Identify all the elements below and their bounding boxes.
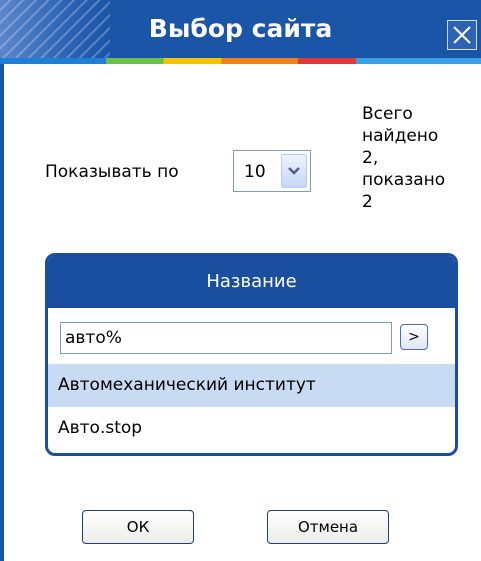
table-row[interactable]: Авто.stop [48, 407, 455, 450]
window-title: Выбор сайта [148, 14, 333, 43]
name-filter-input[interactable] [60, 322, 392, 354]
title-color-strip [0, 58, 481, 64]
window-left-border [0, 64, 4, 561]
per-page-value: 10 [244, 162, 266, 182]
count-line: 2, [362, 148, 379, 168]
count-line: Всего [362, 104, 413, 124]
count-line: 2 [362, 192, 373, 212]
filter-apply-button[interactable]: > [400, 324, 428, 350]
cancel-button[interactable]: Отмена [267, 510, 389, 544]
count-line: показано [362, 170, 446, 190]
table-row[interactable]: Автомеханический институт [48, 364, 455, 407]
close-button[interactable] [447, 20, 477, 50]
ok-button[interactable]: ОК [82, 510, 194, 544]
sites-table: Название > Автомеханический институт Авт… [45, 253, 458, 456]
title-bar: Выбор сайта [0, 0, 481, 58]
column-header-name[interactable]: Название [48, 256, 455, 308]
show-per-page-label: Показывать по [45, 162, 179, 182]
per-page-dropdown-button[interactable] [281, 154, 307, 188]
count-line: найдено [362, 126, 439, 146]
close-icon [453, 26, 471, 44]
per-page-select[interactable]: 10 [233, 150, 311, 192]
chevron-down-icon [288, 167, 300, 175]
results-count: Всего найдено 2, показано 2 [362, 103, 472, 213]
